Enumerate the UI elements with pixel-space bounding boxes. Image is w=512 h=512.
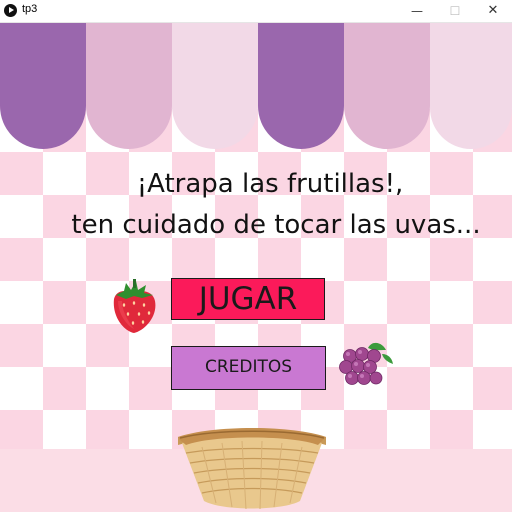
awning-stripe — [430, 23, 512, 149]
window-title: tp3 — [22, 3, 38, 15]
awning-stripe — [172, 23, 258, 149]
credits-button[interactable]: CREDITOS — [171, 346, 326, 390]
awning-stripe — [0, 23, 86, 149]
minimize-button[interactable]: — — [398, 0, 436, 22]
game-canvas: ¡Atrapa las frutillas!, ten cuidado de t… — [0, 23, 512, 512]
maximize-button[interactable]: ☐ — [436, 0, 474, 22]
awning-stripe — [86, 23, 172, 149]
title-line-1: ¡Atrapa las frutillas!, — [136, 169, 404, 199]
title-bar: tp3 — ☐ ✕ — [0, 0, 512, 23]
awning-stripe — [258, 23, 344, 149]
grape-icon — [339, 342, 393, 385]
app-icon — [4, 4, 17, 17]
basket-icon — [178, 428, 326, 510]
strawberry-icon — [113, 279, 156, 333]
play-button[interactable]: JUGAR — [171, 278, 325, 320]
close-button[interactable]: ✕ — [474, 0, 512, 22]
awning-stripe — [344, 23, 430, 149]
app-window: tp3 — ☐ ✕ ¡Atrapa las frutillas!, ten cu… — [0, 0, 512, 512]
title-line-2: ten cuidado de tocar las uvas... — [71, 210, 481, 240]
